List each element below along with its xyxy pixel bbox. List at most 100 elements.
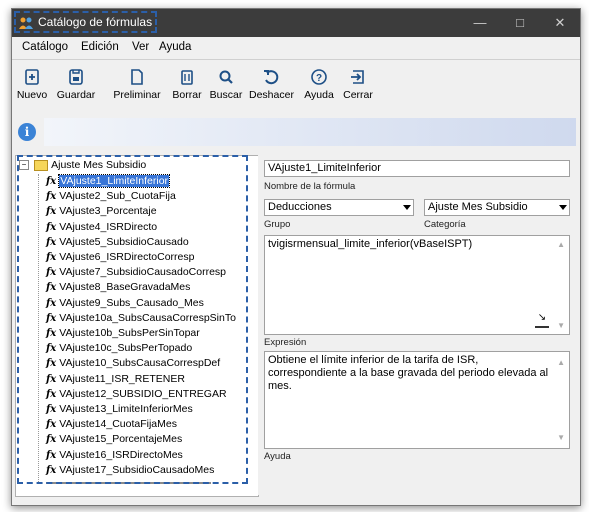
tree-formula-item[interactable]: fx VAjuste10_SubsCausaCorrespDef: [46, 356, 220, 370]
title-highlight-frame: [14, 11, 157, 33]
delete-button[interactable]: Borrar: [169, 68, 205, 101]
tree-formula-item[interactable]: fx VAjuste10a_SubsCausaCorrespSinTo: [46, 311, 236, 325]
tree-formula-label: VAjuste8_BaseGravadaMes: [59, 281, 191, 294]
new-document-icon: [25, 69, 39, 85]
help-button[interactable]: ? Ayuda: [301, 68, 337, 101]
formula-name-field[interactable]: VAjuste1_LimiteInferior: [264, 160, 570, 177]
menu-edicion[interactable]: Edición: [81, 41, 119, 53]
menu-ayuda[interactable]: Ayuda: [159, 41, 191, 53]
save-button-label: Guardar: [56, 89, 96, 101]
undo-button[interactable]: Deshacer: [249, 68, 294, 101]
search-button[interactable]: Buscar: [208, 68, 244, 101]
group-caption: Grupo: [264, 219, 291, 230]
formula-fx-icon: fx: [46, 176, 57, 187]
tree-formula-label: VAjuste1_LimiteInferior: [58, 174, 171, 188]
formula-catalog-window: Catálogo de fórmulas — □ ✕ Catálogo Edic…: [11, 8, 581, 506]
group-select[interactable]: Deducciones: [264, 199, 414, 216]
tree-formula-label: VAjuste6_ISRDirectoCorresp: [59, 251, 195, 263]
maximize-button[interactable]: □: [500, 9, 540, 37]
formula-fx-icon: fx: [46, 358, 57, 370]
collapse-toggle-icon[interactable]: −: [19, 160, 29, 171]
info-icon[interactable]: i: [18, 123, 36, 141]
tree-formula-item[interactable]: fx VAjuste1_LimiteInferior: [46, 174, 171, 188]
undo-button-label: Deshacer: [249, 89, 294, 101]
tree-root-label: Ajuste Mes Subsidio: [51, 159, 147, 171]
info-message-area: [44, 118, 576, 146]
tree-formula-label: VAjuste10c_SubsPerTopado: [59, 342, 193, 355]
formula-fx-icon: fx: [46, 388, 57, 400]
expression-caption: Expresión: [264, 337, 307, 348]
new-button[interactable]: Nuevo: [14, 68, 50, 101]
preview-button[interactable]: Preliminar: [112, 68, 162, 101]
category-select-value: Ajuste Mes Subsidio: [428, 201, 528, 213]
scroll-up-icon[interactable]: ▲: [557, 240, 565, 249]
tree-formula-item[interactable]: fx VAjuste7_SubsidioCausadoCorresp: [46, 265, 226, 279]
tree-formula-label: VAjuste2_Sub_CuotaFija: [59, 190, 176, 203]
formula-fx-icon: fx: [46, 267, 57, 279]
chevron-down-icon: [403, 205, 411, 210]
expression-textarea[interactable]: tvigisrmensual_limite_inferior(vBaseISPT…: [264, 235, 570, 335]
tree-formula-item[interactable]: fx VAjuste12_SUBSIDIO_ENTREGAR: [46, 387, 227, 401]
tree-formula-item[interactable]: fx VAjuste17_SubsidioCausadoMes: [46, 463, 214, 477]
tree-formula-label: VAjuste13_LimiteInferiorMes: [59, 403, 193, 415]
tree-formula-label: VAjuste17_SubsidioCausadoMes: [59, 463, 215, 476]
tree-formula-label: VAjuste9_Subs_Causado_Mes: [59, 296, 204, 309]
tree-formula-item[interactable]: fx VAjuste10b_SubsPerSinTopar: [46, 326, 200, 340]
tree-formula-item[interactable]: fx VAjuste6_ISRDirectoCorresp: [46, 250, 194, 264]
tree-formula-label: VAjuste10b_SubsPerSinTopar: [59, 327, 200, 339]
svg-text:?: ?: [316, 73, 322, 84]
tree-formula-item[interactable]: fx VAjuste14_CuotaFijaMes: [46, 417, 177, 431]
tree-formula-label: VAjuste10a_SubsCausaCorrespSinTo: [59, 311, 236, 324]
expression-text: tvigisrmensual_limite_inferior(vBaseISPT…: [268, 238, 473, 250]
tree-guide-line: [38, 174, 39, 484]
tree-formula-item[interactable]: fx VAjuste16_ISRDirectoMes: [46, 448, 183, 462]
scroll-down-icon[interactable]: ▼: [557, 321, 565, 330]
formula-fx-icon: fx: [46, 419, 57, 431]
formula-fx-icon: fx: [46, 312, 57, 324]
tree-formula-item[interactable]: fx VAjuste2_Sub_CuotaFija: [46, 189, 176, 203]
chevron-down-icon: [559, 205, 567, 210]
tree-formula-item[interactable]: fx VAjuste5_SubsidioCausado: [46, 235, 189, 249]
title-bar[interactable]: Catálogo de fórmulas — □ ✕: [12, 9, 580, 37]
tree-formula-label: VAjuste10_SubsCausaCorrespDef: [59, 357, 221, 370]
formula-fx-icon: fx: [46, 343, 57, 355]
tree-formula-label: VAjuste4_ISRDirecto: [59, 220, 158, 233]
formula-fx-icon: fx: [46, 252, 57, 263]
scroll-down-icon[interactable]: ▼: [557, 431, 565, 444]
tree-formula-item[interactable]: fx VAjuste3_Porcentaje: [46, 204, 157, 218]
save-button[interactable]: Guardar: [56, 68, 96, 101]
menu-bar: Catálogo Edición Ver Ayuda: [12, 37, 580, 59]
close-window-button[interactable]: ✕: [540, 9, 580, 37]
menu-ver[interactable]: Ver: [132, 41, 149, 53]
preview-button-label: Preliminar: [113, 89, 161, 101]
formula-fx-icon: fx: [46, 328, 57, 339]
formula-tree[interactable]: − Ajuste Mes Subsidio fx VAjuste1_LimiteI…: [15, 155, 259, 497]
tree-formula-label: VAjuste7_SubsidioCausadoCorresp: [59, 266, 227, 279]
tree-formula-item[interactable]: fx VAjuste10c_SubsPerTopado: [46, 341, 192, 355]
formula-fx-icon: fx: [46, 236, 57, 248]
tree-formula-label: VAjuste11_ISR_RETENER: [59, 372, 185, 385]
tree-formula-item[interactable]: fx VAjuste9_Subs_Causado_Mes: [46, 296, 204, 310]
formula-fx-icon: fx: [46, 191, 57, 203]
minimize-button[interactable]: —: [460, 9, 500, 37]
tree-formula-item[interactable]: fx VAjuste15_PorcentajeMes: [46, 432, 182, 446]
tree-root-node[interactable]: − Ajuste Mes Subsidio: [19, 159, 146, 173]
formula-name-caption: Nombre de la fórmula: [264, 181, 356, 192]
category-select[interactable]: Ajuste Mes Subsidio: [424, 199, 570, 216]
expression-editor-icon[interactable]: ↘: [535, 312, 549, 328]
tree-formula-item[interactable]: fx VAjuste8_BaseGravadaMes: [46, 280, 190, 294]
tree-formula-item[interactable]: fx VAjuste11_ISR_RETENER: [46, 372, 185, 386]
help-question-icon: ?: [311, 69, 327, 85]
help-caption: Ayuda: [264, 451, 291, 462]
menu-catalogo[interactable]: Catálogo: [22, 41, 68, 53]
tree-formula-item[interactable]: fx VAjuste13_LimiteInferiorMes: [46, 402, 193, 416]
tree-formula-item[interactable]: fx VAjuste4_ISRDirecto: [46, 220, 157, 234]
help-textarea[interactable]: Obtiene el límite inferior de la tarifa …: [264, 351, 570, 449]
close-button[interactable]: Cerrar: [340, 68, 376, 101]
category-table-icon: [34, 159, 49, 171]
preview-page-icon: [131, 69, 143, 85]
horizontal-scrollbar[interactable]: [46, 482, 211, 484]
scroll-up-icon[interactable]: ▲: [557, 356, 565, 369]
help-text: Obtiene el límite inferior de la tarifa …: [268, 354, 549, 392]
formula-fx-icon: fx: [46, 297, 57, 309]
